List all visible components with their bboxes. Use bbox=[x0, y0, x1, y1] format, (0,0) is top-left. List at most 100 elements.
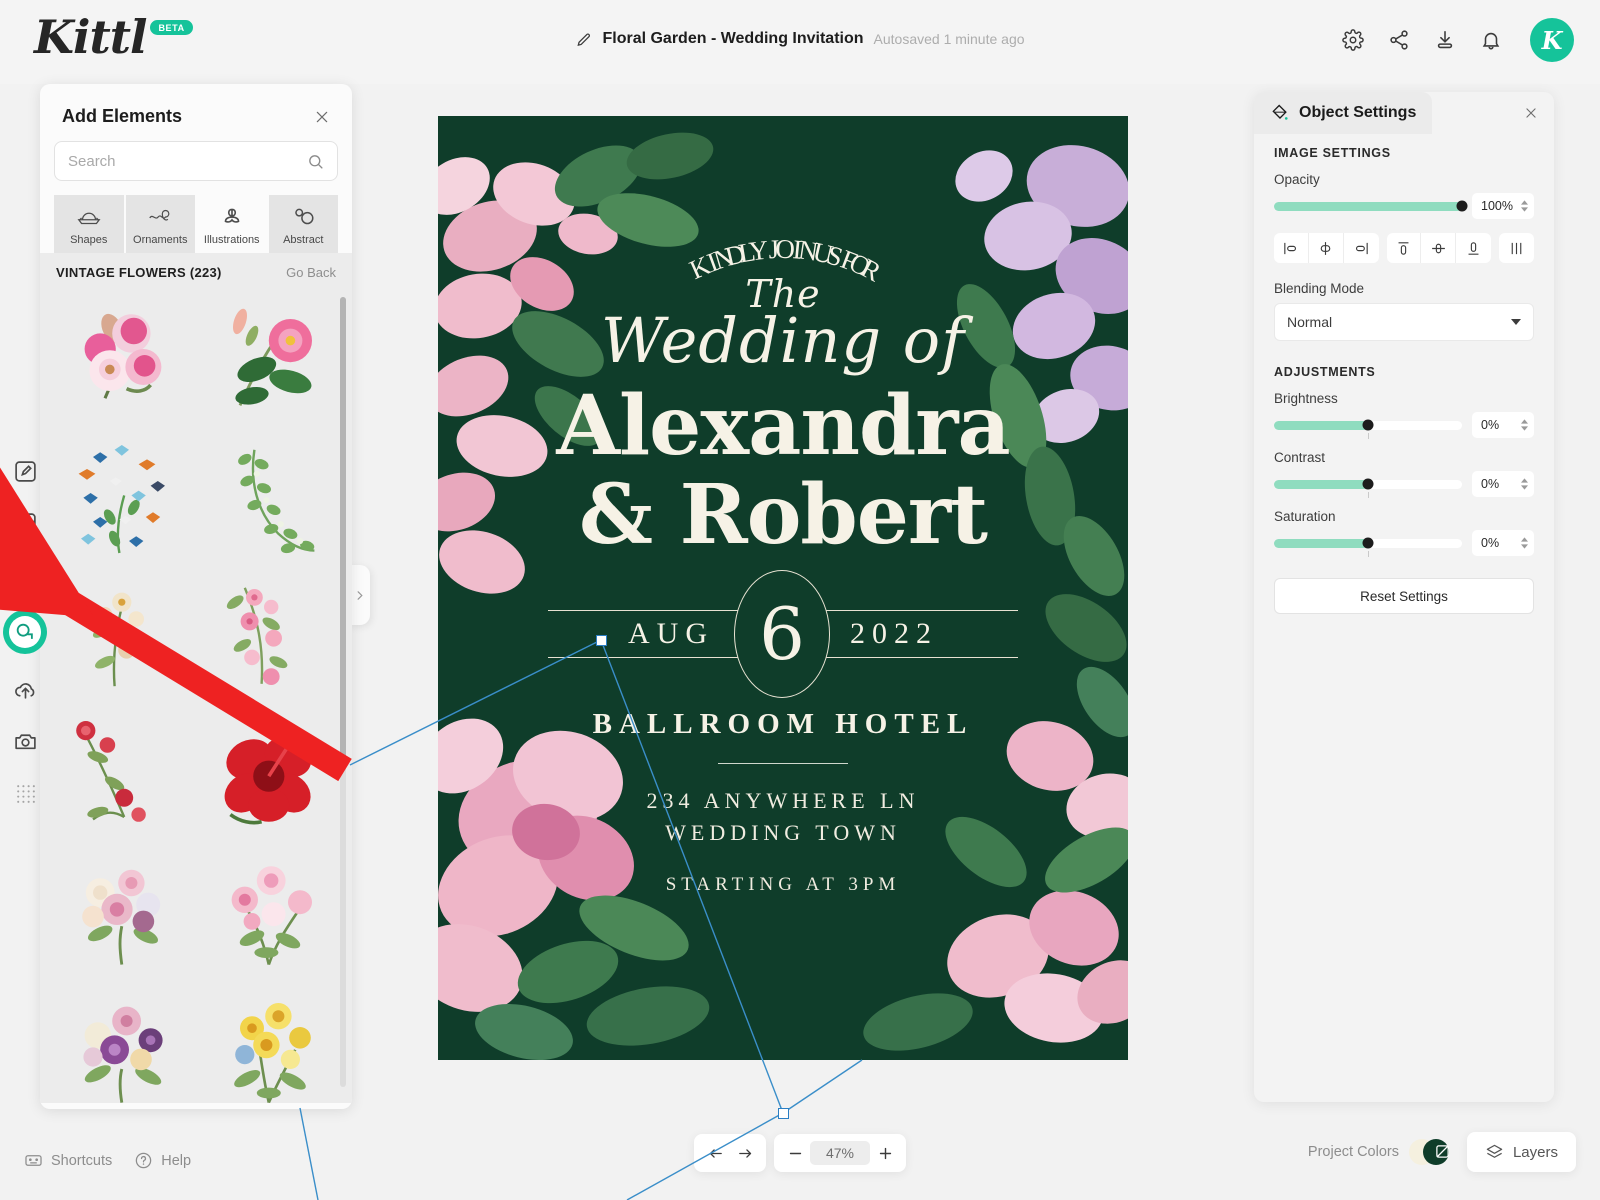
pink-hibiscus-branch[interactable] bbox=[203, 295, 336, 427]
grid-dots-icon[interactable] bbox=[8, 776, 42, 810]
pastel-rose-posy[interactable] bbox=[56, 847, 189, 979]
search-input[interactable] bbox=[68, 152, 299, 170]
contrast-value: 0% bbox=[1481, 477, 1500, 491]
pink-rose-spray[interactable] bbox=[203, 847, 336, 979]
opacity-stepper[interactable] bbox=[1521, 200, 1528, 212]
brightness-slider[interactable] bbox=[1274, 419, 1462, 439]
notifications-bell-icon[interactable] bbox=[1480, 29, 1502, 51]
butterfly-collection[interactable] bbox=[56, 433, 189, 565]
yellow-wildflower-bunch[interactable] bbox=[203, 985, 336, 1103]
selection-handle-bottom[interactable] bbox=[778, 1108, 789, 1119]
invitation-kindly-arc: K I N D L Y J O I N U S F O R bbox=[685, 233, 894, 292]
chevron-up-icon[interactable] bbox=[1521, 419, 1528, 424]
templates-icon[interactable] bbox=[8, 506, 42, 540]
chevron-down-icon[interactable] bbox=[1521, 426, 1528, 431]
close-icon[interactable] bbox=[1524, 106, 1538, 120]
distribute-icon[interactable] bbox=[1499, 233, 1534, 263]
reset-settings-button[interactable]: Reset Settings bbox=[1274, 578, 1534, 614]
text-icon[interactable] bbox=[8, 558, 42, 592]
invitation-venue: BALLROOM HOTEL bbox=[592, 708, 974, 741]
tab-illustrations[interactable]: Illustrations bbox=[197, 195, 267, 253]
search-field[interactable] bbox=[54, 141, 338, 181]
pink-magnolia-bouquet[interactable] bbox=[56, 295, 189, 427]
ornaments-icon bbox=[149, 209, 170, 221]
zoom-in-button[interactable] bbox=[870, 1138, 900, 1168]
saturation-value-box[interactable]: 0% bbox=[1472, 530, 1534, 556]
align-center-horizontal-icon[interactable] bbox=[1309, 233, 1344, 263]
avatar[interactable]: K bbox=[1530, 18, 1574, 62]
zoom-out-button[interactable] bbox=[780, 1138, 810, 1168]
selection-handle-top-left[interactable] bbox=[596, 635, 607, 646]
category-tabs: Shapes Ornaments Illustrations Abstract bbox=[54, 195, 338, 253]
chevron-down-icon[interactable] bbox=[1521, 485, 1528, 490]
undo-button[interactable] bbox=[700, 1138, 730, 1168]
zoom-level[interactable]: 47% bbox=[810, 1141, 870, 1165]
share-icon[interactable] bbox=[1388, 29, 1410, 51]
chevron-up-icon[interactable] bbox=[1521, 537, 1528, 542]
contrast-value-box[interactable]: 0% bbox=[1472, 471, 1534, 497]
chevron-down-icon[interactable] bbox=[1521, 544, 1528, 549]
contrast-slider[interactable] bbox=[1274, 478, 1462, 498]
align-top-icon[interactable] bbox=[1387, 233, 1422, 263]
redo-button[interactable] bbox=[730, 1138, 760, 1168]
kittl-logo[interactable]: Kittl BETA bbox=[34, 14, 193, 60]
opacity-value-box[interactable]: 100% bbox=[1472, 193, 1534, 219]
align-left-icon[interactable] bbox=[1274, 233, 1309, 263]
green-ivy-vine[interactable] bbox=[203, 433, 336, 565]
elements-icon[interactable] bbox=[3, 610, 47, 654]
go-back-link[interactable]: Go Back bbox=[286, 265, 336, 280]
mixed-purple-bouquet[interactable] bbox=[56, 985, 189, 1103]
opacity-slider[interactable] bbox=[1274, 200, 1468, 212]
brightness-value-box[interactable]: 0% bbox=[1472, 412, 1534, 438]
history-controls bbox=[694, 1134, 766, 1172]
layers-button[interactable]: Layers bbox=[1466, 1132, 1576, 1172]
align-middle-vertical-icon[interactable] bbox=[1421, 233, 1457, 263]
footer-right: Project Colors Layers bbox=[1308, 1132, 1576, 1172]
distribute-group bbox=[1499, 233, 1535, 263]
tab-shapes[interactable]: Shapes bbox=[54, 195, 124, 253]
red-rosebud-stem[interactable] bbox=[56, 709, 189, 841]
project-colors-swatches[interactable] bbox=[1408, 1139, 1453, 1165]
invitation-address-line1: 234 ANYWHERE LN bbox=[646, 788, 920, 814]
wild-rose-sprig[interactable] bbox=[56, 571, 189, 703]
undo-arrow-icon bbox=[709, 1148, 722, 1158]
align-right-icon[interactable] bbox=[1344, 233, 1379, 263]
element-scrollbar-thumb[interactable] bbox=[340, 297, 346, 767]
design-edit-icon[interactable] bbox=[8, 454, 42, 488]
settings-gear-icon[interactable] bbox=[1342, 29, 1364, 51]
chevron-up-icon[interactable] bbox=[1521, 478, 1528, 483]
upload-icon[interactable] bbox=[8, 672, 42, 706]
invitation-card[interactable]: K I N D L Y J O I N U S F O R The Weddin… bbox=[438, 116, 1128, 1060]
red-hibiscus-bloom[interactable] bbox=[203, 709, 336, 841]
download-icon[interactable] bbox=[1434, 29, 1456, 51]
element-group-title: VINTAGE FLOWERS (223) bbox=[56, 265, 222, 280]
adjustments-label: ADJUSTMENTS bbox=[1274, 365, 1376, 379]
document-title-group[interactable]: Floral Garden - Wedding Invitation Autos… bbox=[575, 30, 1025, 48]
pink-blossom-branch[interactable] bbox=[203, 571, 336, 703]
shortcuts-label: Shortcuts bbox=[51, 1152, 113, 1169]
opacity-label: Opacity bbox=[1274, 172, 1320, 187]
saturation-stepper[interactable] bbox=[1521, 537, 1528, 549]
invitation-month: AUG bbox=[614, 617, 728, 652]
object-settings-panel: Object Settings IMAGE SETTINGS Opacity 1… bbox=[1254, 92, 1554, 1102]
photos-camera-icon[interactable] bbox=[8, 724, 42, 758]
help-button[interactable]: Help bbox=[134, 1151, 191, 1170]
align-bottom-icon[interactable] bbox=[1456, 233, 1491, 263]
close-icon[interactable] bbox=[314, 109, 330, 125]
chevron-up-icon[interactable] bbox=[1521, 200, 1528, 205]
autosave-status: Autosaved 1 minute ago bbox=[873, 31, 1025, 47]
saturation-slider[interactable] bbox=[1274, 537, 1462, 557]
invitation-time: STARTING AT 3PM bbox=[665, 873, 901, 895]
project-colors[interactable]: Project Colors bbox=[1308, 1139, 1453, 1165]
project-colors-label: Project Colors bbox=[1307, 1144, 1399, 1160]
contrast-stepper[interactable] bbox=[1521, 478, 1528, 490]
blending-mode-value: Normal bbox=[1287, 314, 1333, 330]
brightness-stepper[interactable] bbox=[1521, 419, 1528, 431]
blending-mode-select[interactable]: Normal bbox=[1274, 303, 1534, 341]
chevron-down-icon[interactable] bbox=[1521, 207, 1528, 212]
pencil-icon bbox=[577, 32, 590, 46]
tab-abstract[interactable]: Abstract bbox=[268, 195, 338, 253]
object-settings-tab[interactable]: Object Settings bbox=[1254, 92, 1433, 134]
tab-ornaments[interactable]: Ornaments bbox=[125, 195, 195, 253]
design-canvas[interactable]: K I N D L Y J O I N U S F O R The Weddin… bbox=[352, 84, 1252, 1119]
